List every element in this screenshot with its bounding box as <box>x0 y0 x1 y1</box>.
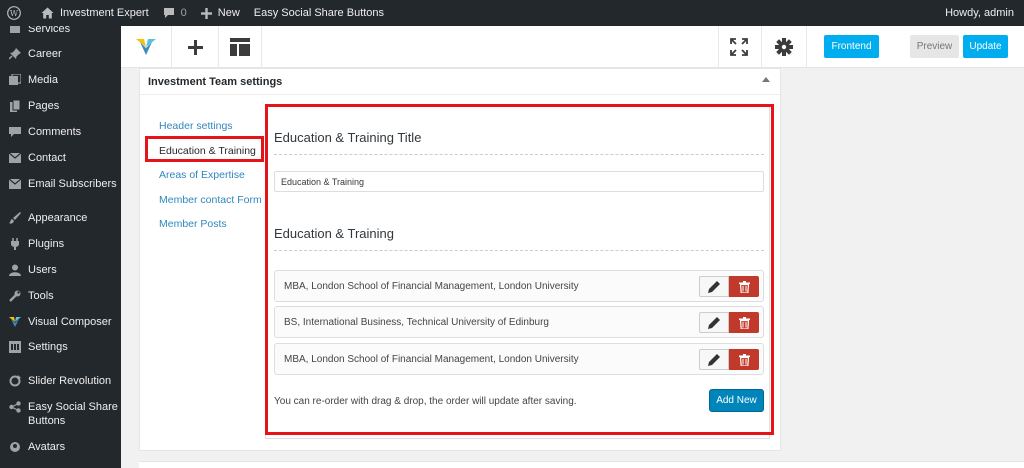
sidebar-item-visual-composer[interactable]: Visual Composer <box>0 315 112 329</box>
sidebar-item-services[interactable]: Services <box>0 26 70 36</box>
sidebar-item-appearance[interactable]: Appearance <box>0 211 87 225</box>
wordpress-logo[interactable]: W <box>0 0 34 26</box>
home-icon <box>41 7 54 19</box>
fullscreen-button[interactable] <box>719 26 759 68</box>
sidebar-item-label: Tools <box>28 290 54 302</box>
visual-composer-icon <box>8 315 22 329</box>
refresh-icon <box>8 374 22 388</box>
user-icon <box>8 263 22 277</box>
media-icon <box>8 73 22 87</box>
update-button[interactable]: Update <box>963 35 1008 58</box>
pin-icon <box>8 47 22 61</box>
sidebar-item-settings[interactable]: Settings <box>0 340 68 354</box>
sidebar-item-career[interactable]: Career <box>0 47 62 61</box>
collapse-caret-icon[interactable] <box>762 77 770 82</box>
sidebar-item-label: Settings <box>28 341 68 353</box>
plugin-link[interactable]: Easy Social Share Buttons <box>247 0 391 26</box>
sidebar-item-plugins[interactable]: Plugins <box>0 237 64 251</box>
settings-icon <box>8 340 22 354</box>
toolbar-divider <box>261 26 262 68</box>
sidebar-item-tools[interactable]: Tools <box>0 289 54 303</box>
sidebar-item-easy-social-share[interactable]: Easy Social Share Buttons <box>0 400 118 428</box>
tab-member-contact-form[interactable]: Member contact Form <box>159 193 269 218</box>
plugin-label: Easy Social Share Buttons <box>253 7 385 19</box>
envelope-icon <box>8 151 22 165</box>
comment-bubble-icon <box>163 8 174 18</box>
greeting: Howdy, admin <box>945 7 1014 19</box>
comments-link[interactable]: 0 <box>156 0 194 26</box>
sidebar-item-label: Avatars <box>28 441 66 453</box>
pages-icon <box>8 99 22 113</box>
wordpress-icon: W <box>7 6 21 20</box>
plus-icon <box>200 7 212 19</box>
templates-button[interactable] <box>219 26 261 68</box>
sidebar-item-label: Media <box>28 74 58 86</box>
fullscreen-icon <box>730 38 748 56</box>
sidebar-item-label: Career <box>28 48 62 60</box>
wrench-icon <box>8 289 22 303</box>
sidebar-item-label: Pages <box>28 100 60 112</box>
site-name: Investment Expert <box>60 7 149 19</box>
frontend-button[interactable]: Frontend <box>824 35 879 58</box>
sidebar-item-label: Plugins <box>28 238 65 250</box>
composer-toolbar: Frontend Preview Update <box>121 26 1024 68</box>
preview-button[interactable]: Preview <box>910 35 959 58</box>
comments-icon <box>8 125 22 139</box>
sidebar-item-media[interactable]: Media <box>0 73 58 87</box>
sidebar-item-label: Contact <box>28 152 66 164</box>
content-highlight <box>265 104 774 435</box>
toolbar-divider <box>806 26 807 68</box>
sidebar-item-label: Comments <box>28 126 82 138</box>
page-settings-button[interactable] <box>762 26 806 68</box>
tab-areas-of-expertise[interactable]: Areas of Expertise <box>159 168 269 193</box>
layout-template-icon <box>230 38 250 56</box>
site-name-link[interactable]: Investment Expert <box>34 0 156 26</box>
plugin-icon <box>8 237 22 251</box>
svg-text:W: W <box>10 9 19 18</box>
sidebar-item-avatars[interactable]: Avatars <box>0 440 65 454</box>
sidebar-item-label: Email Subscribers <box>28 178 117 190</box>
sidebar-item-email-subscribers[interactable]: Email Subscribers <box>0 177 117 191</box>
add-element-button[interactable] <box>172 26 218 68</box>
composer-logo[interactable] <box>121 26 171 68</box>
plus-icon <box>187 39 203 55</box>
tab-member-posts[interactable]: Member Posts <box>159 217 269 242</box>
services-icon <box>8 26 22 36</box>
sidebar-item-label: Easy Social Share Buttons <box>28 401 118 427</box>
email-icon <box>8 177 22 191</box>
account-menu[interactable]: Howdy, admin <box>938 0 1024 26</box>
sidebar-item-label: Visual Composer <box>28 316 112 328</box>
sidebar-item-pages[interactable]: Pages <box>0 99 59 113</box>
comments-count: 0 <box>180 7 187 19</box>
sidebar-item-label: Slider Revolution <box>28 375 112 387</box>
admin-sidebar: Services Career Media Pages Comments Con… <box>0 26 121 468</box>
sidebar-item-contact[interactable]: Contact <box>0 151 66 165</box>
new-label: New <box>217 7 240 19</box>
panel-header[interactable]: Investment Team settings <box>140 69 780 95</box>
next-panel-edge <box>139 461 1024 468</box>
sidebar-item-label: Services <box>28 26 71 35</box>
sidebar-item-label: Users <box>28 264 57 276</box>
sidebar-item-label: Appearance <box>28 212 88 224</box>
visual-composer-logo-icon <box>136 39 156 55</box>
sidebar-item-comments[interactable]: Comments <box>0 125 81 139</box>
share-icon <box>8 400 22 414</box>
gear-icon <box>775 38 793 56</box>
new-content-link[interactable]: New <box>194 0 247 26</box>
sidebar-item-slider-revolution[interactable]: Slider Revolution <box>0 374 111 388</box>
panel-title: Investment Team settings <box>148 75 283 88</box>
brush-icon <box>8 211 22 225</box>
admin-bar: W Investment Expert 0 New Easy Social Sh… <box>0 0 1024 26</box>
sidebar-item-users[interactable]: Users <box>0 263 57 277</box>
active-tab-highlight <box>145 136 264 162</box>
avatar-icon <box>8 440 22 454</box>
